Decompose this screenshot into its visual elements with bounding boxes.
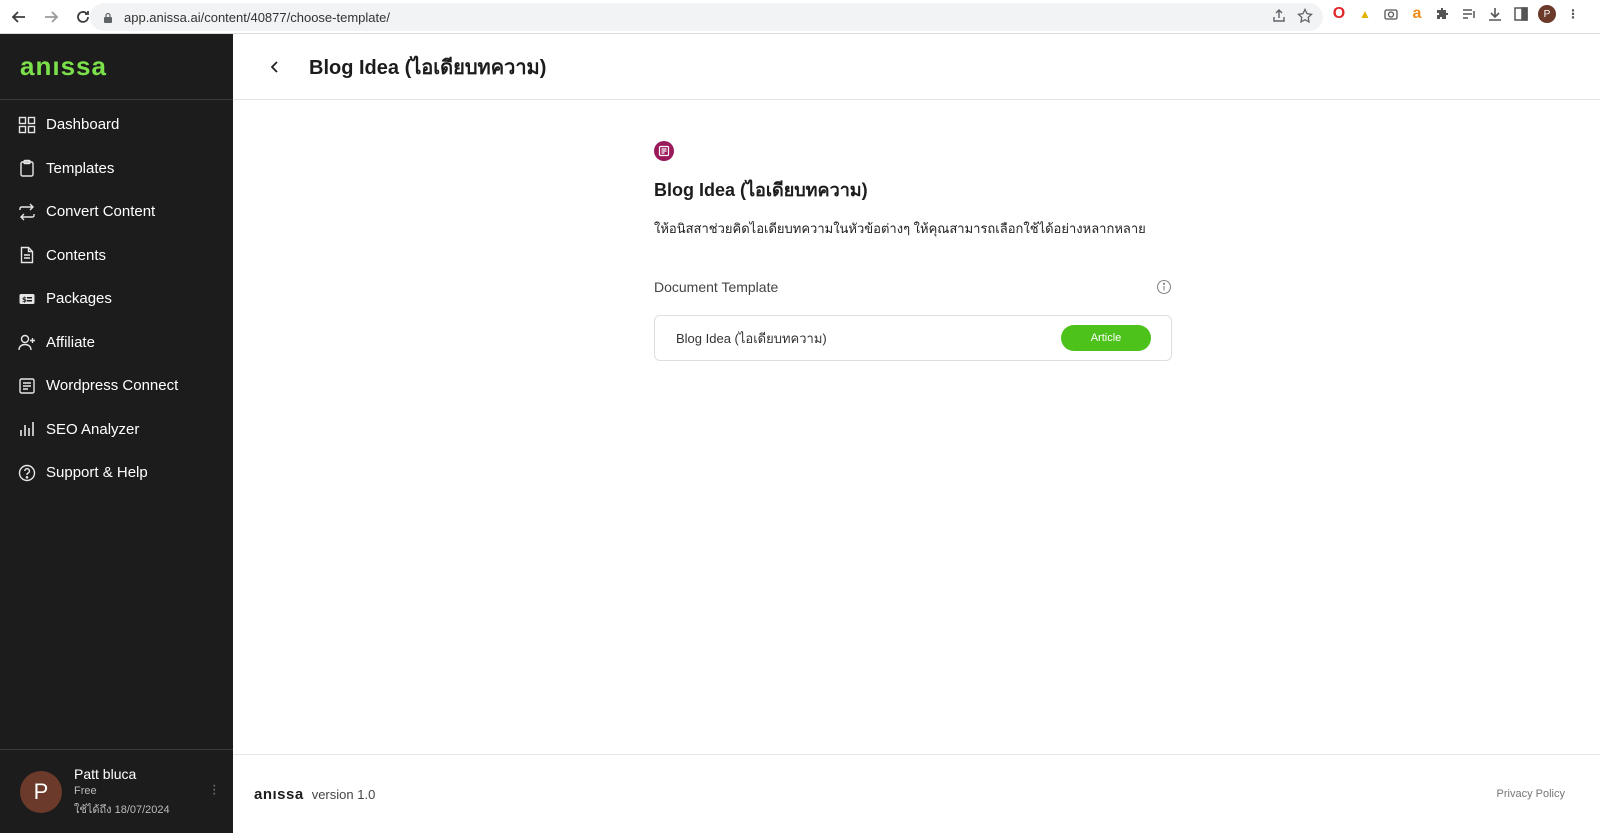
- sidebar-item-wordpress-connect[interactable]: Wordpress Connect: [0, 364, 233, 408]
- extension-warning-icon[interactable]: ▲: [1356, 5, 1374, 23]
- template-detail: Blog Idea (ไอเดียบทความ) ให้อนิสสาช่วยคิ…: [654, 141, 1172, 361]
- bookmark-star-icon[interactable]: [1297, 7, 1313, 29]
- document-icon: [18, 246, 36, 264]
- sidebar-nav: Dashboard Templates Convert Content Cont…: [0, 103, 233, 495]
- page-header: Blog Idea (ไอเดียบทความ): [233, 34, 1600, 100]
- sidebar-item-contents[interactable]: Contents: [0, 234, 233, 278]
- dashboard-icon: [18, 116, 36, 134]
- lock-icon: [102, 11, 114, 23]
- camera-extension-icon[interactable]: [1382, 5, 1400, 23]
- user-plus-icon: [18, 333, 36, 351]
- side-panel-icon[interactable]: [1512, 5, 1530, 23]
- sidebar-item-label: Support & Help: [46, 464, 148, 482]
- browser-forward-icon[interactable]: [38, 4, 64, 30]
- sidebar-item-packages[interactable]: $ Packages: [0, 277, 233, 321]
- package-icon: $: [18, 290, 36, 308]
- user-info: Patt bluca Free ใช้ได้ถึง 18/07/2024: [74, 766, 170, 818]
- amazon-extension-icon[interactable]: a: [1408, 5, 1426, 23]
- browser-menu-icon[interactable]: ⋮: [1564, 5, 1582, 23]
- help-icon: [18, 464, 36, 482]
- document-template-card[interactable]: Blog Idea (ไอเดียบทความ) Article: [654, 315, 1172, 361]
- sidebar-item-affiliate[interactable]: Affiliate: [0, 321, 233, 365]
- template-document-icon: [654, 141, 674, 161]
- version-text: version 1.0: [311, 786, 376, 802]
- template-description: ให้อนิสสาช่วยคิดไอเดียบทความในหัวข้อต่าง…: [654, 221, 1146, 236]
- footer: anıssa version 1.0 Privacy Policy: [233, 754, 1600, 833]
- user-name: Patt bluca: [74, 765, 137, 782]
- sidebar-item-templates[interactable]: Templates: [0, 147, 233, 191]
- opera-extension-icon[interactable]: O: [1330, 5, 1348, 23]
- section-label: Document Template: [654, 279, 779, 295]
- privacy-policy-link[interactable]: Privacy Policy: [1497, 788, 1565, 800]
- browser-profile-avatar[interactable]: P: [1538, 5, 1556, 23]
- media-control-icon[interactable]: [1460, 5, 1478, 23]
- user-menu-icon[interactable]: · · ·: [212, 778, 217, 802]
- sidebar-item-label: Convert Content: [46, 203, 156, 221]
- convert-icon: [18, 203, 36, 221]
- article-badge: Article: [1061, 325, 1151, 351]
- sidebar-item-label: Dashboard: [46, 116, 120, 134]
- address-bar[interactable]: app.anissa.ai/content/40877/choose-templ…: [90, 3, 1323, 31]
- puzzle-extension-icon[interactable]: [1434, 5, 1452, 23]
- template-title: Blog Idea (ไอเดียบทความ): [654, 180, 868, 200]
- share-icon[interactable]: [1271, 8, 1287, 29]
- wordpress-icon: [18, 377, 36, 395]
- brand-header: anıssa: [0, 34, 233, 100]
- sidebar-item-label: Templates: [46, 159, 115, 177]
- download-icon[interactable]: [1486, 5, 1504, 23]
- document-template-name: Blog Idea (ไอเดียบทความ): [676, 330, 827, 346]
- sidebar-item-label: Affiliate: [46, 333, 95, 351]
- sidebar-item-dashboard[interactable]: Dashboard: [0, 103, 233, 147]
- url-text: app.anissa.ai/content/40877/choose-templ…: [124, 9, 390, 25]
- user-profile[interactable]: P Patt bluca Free ใช้ได้ถึง 18/07/2024 ·…: [0, 749, 233, 833]
- back-arrow-icon[interactable]: [263, 55, 287, 79]
- sidebar-item-seo-analyzer[interactable]: SEO Analyzer: [0, 408, 233, 452]
- clipboard-icon: [18, 159, 36, 177]
- sidebar-item-support-help[interactable]: Support & Help: [0, 451, 233, 495]
- footer-logo: anıssa: [254, 785, 304, 803]
- page-title: Blog Idea (ไอเดียบทความ): [309, 56, 547, 79]
- sidebar-item-label: Wordpress Connect: [46, 377, 179, 395]
- sidebar-item-convert-content[interactable]: Convert Content: [0, 190, 233, 234]
- anissa-logo[interactable]: anıssa: [20, 51, 107, 82]
- user-expiry: ใช้ได้ถึง 18/07/2024: [74, 803, 170, 816]
- user-plan: Free: [74, 784, 97, 797]
- info-icon[interactable]: [1156, 279, 1172, 295]
- avatar[interactable]: P: [20, 770, 62, 813]
- svg-text:$: $: [22, 296, 27, 304]
- browser-toolbar: app.anissa.ai/content/40877/choose-templ…: [0, 0, 1600, 34]
- document-template-header: Document Template: [654, 279, 1172, 295]
- bar-chart-icon: [18, 420, 36, 438]
- browser-back-icon[interactable]: [6, 4, 32, 30]
- sidebar-item-label: Contents: [46, 246, 107, 264]
- main-area: Blog Idea (ไอเดียบทความ) Blog Idea (ไอเด…: [233, 34, 1600, 833]
- sidebar-item-label: Packages: [46, 290, 112, 308]
- sidebar-item-label: SEO Analyzer: [46, 420, 140, 438]
- sidebar: anıssa Dashboard Templates Convert Conte…: [0, 34, 233, 833]
